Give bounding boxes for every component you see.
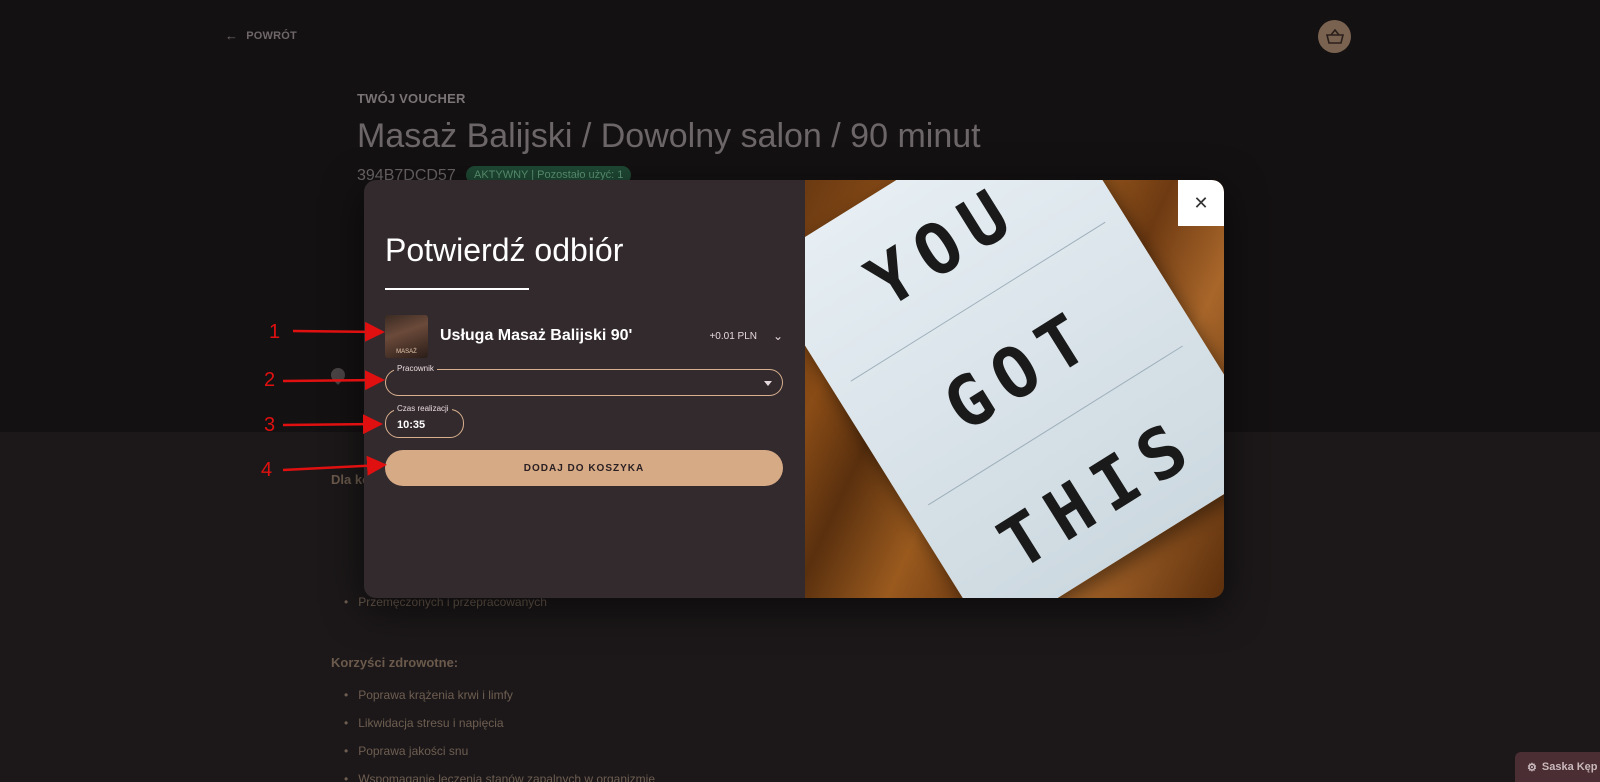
modal-photo-panel: YOU GOT THIS ✕ [805, 180, 1224, 598]
close-icon: ✕ [1193, 192, 1209, 213]
annotation-number: 3 [264, 414, 276, 436]
service-row[interactable]: MASAŻ Usługa Masaż Balijski 90' +0.01 PL… [385, 314, 785, 358]
employee-select[interactable]: Pracownik [385, 363, 783, 396]
add-to-cart-button[interactable]: DODAJ DO KOSZYKA [385, 450, 783, 486]
annotation-number: 2 [264, 369, 276, 391]
title-divider [385, 288, 529, 290]
chevron-down-icon[interactable]: ⌄ [773, 330, 785, 342]
time-value: 10:35 [397, 419, 426, 431]
modal-form-panel: Potwierdź odbiór MASAŻ Usługa Masaż Bali… [364, 180, 805, 598]
thumbnail-text: MASAŻ [396, 348, 417, 355]
service-price: +0.01 PLN [709, 330, 757, 342]
time-input[interactable]: Czas realizacji 10:35 [385, 403, 464, 438]
service-name: Usługa Masaż Balijski 90' [440, 327, 633, 344]
confirm-pickup-modal: Potwierdź odbiór MASAŻ Usługa Masaż Bali… [364, 180, 1224, 598]
annotation-number: 1 [269, 321, 281, 343]
time-label: Czas realizacji [394, 403, 452, 415]
service-thumbnail: MASAŻ [385, 314, 428, 358]
close-button[interactable]: ✕ [1178, 180, 1224, 226]
modal-title: Potwierdź odbiór [385, 232, 624, 268]
employee-label: Pracownik [394, 363, 437, 375]
caret-down-icon [764, 381, 772, 386]
annotation-number: 4 [261, 459, 273, 481]
